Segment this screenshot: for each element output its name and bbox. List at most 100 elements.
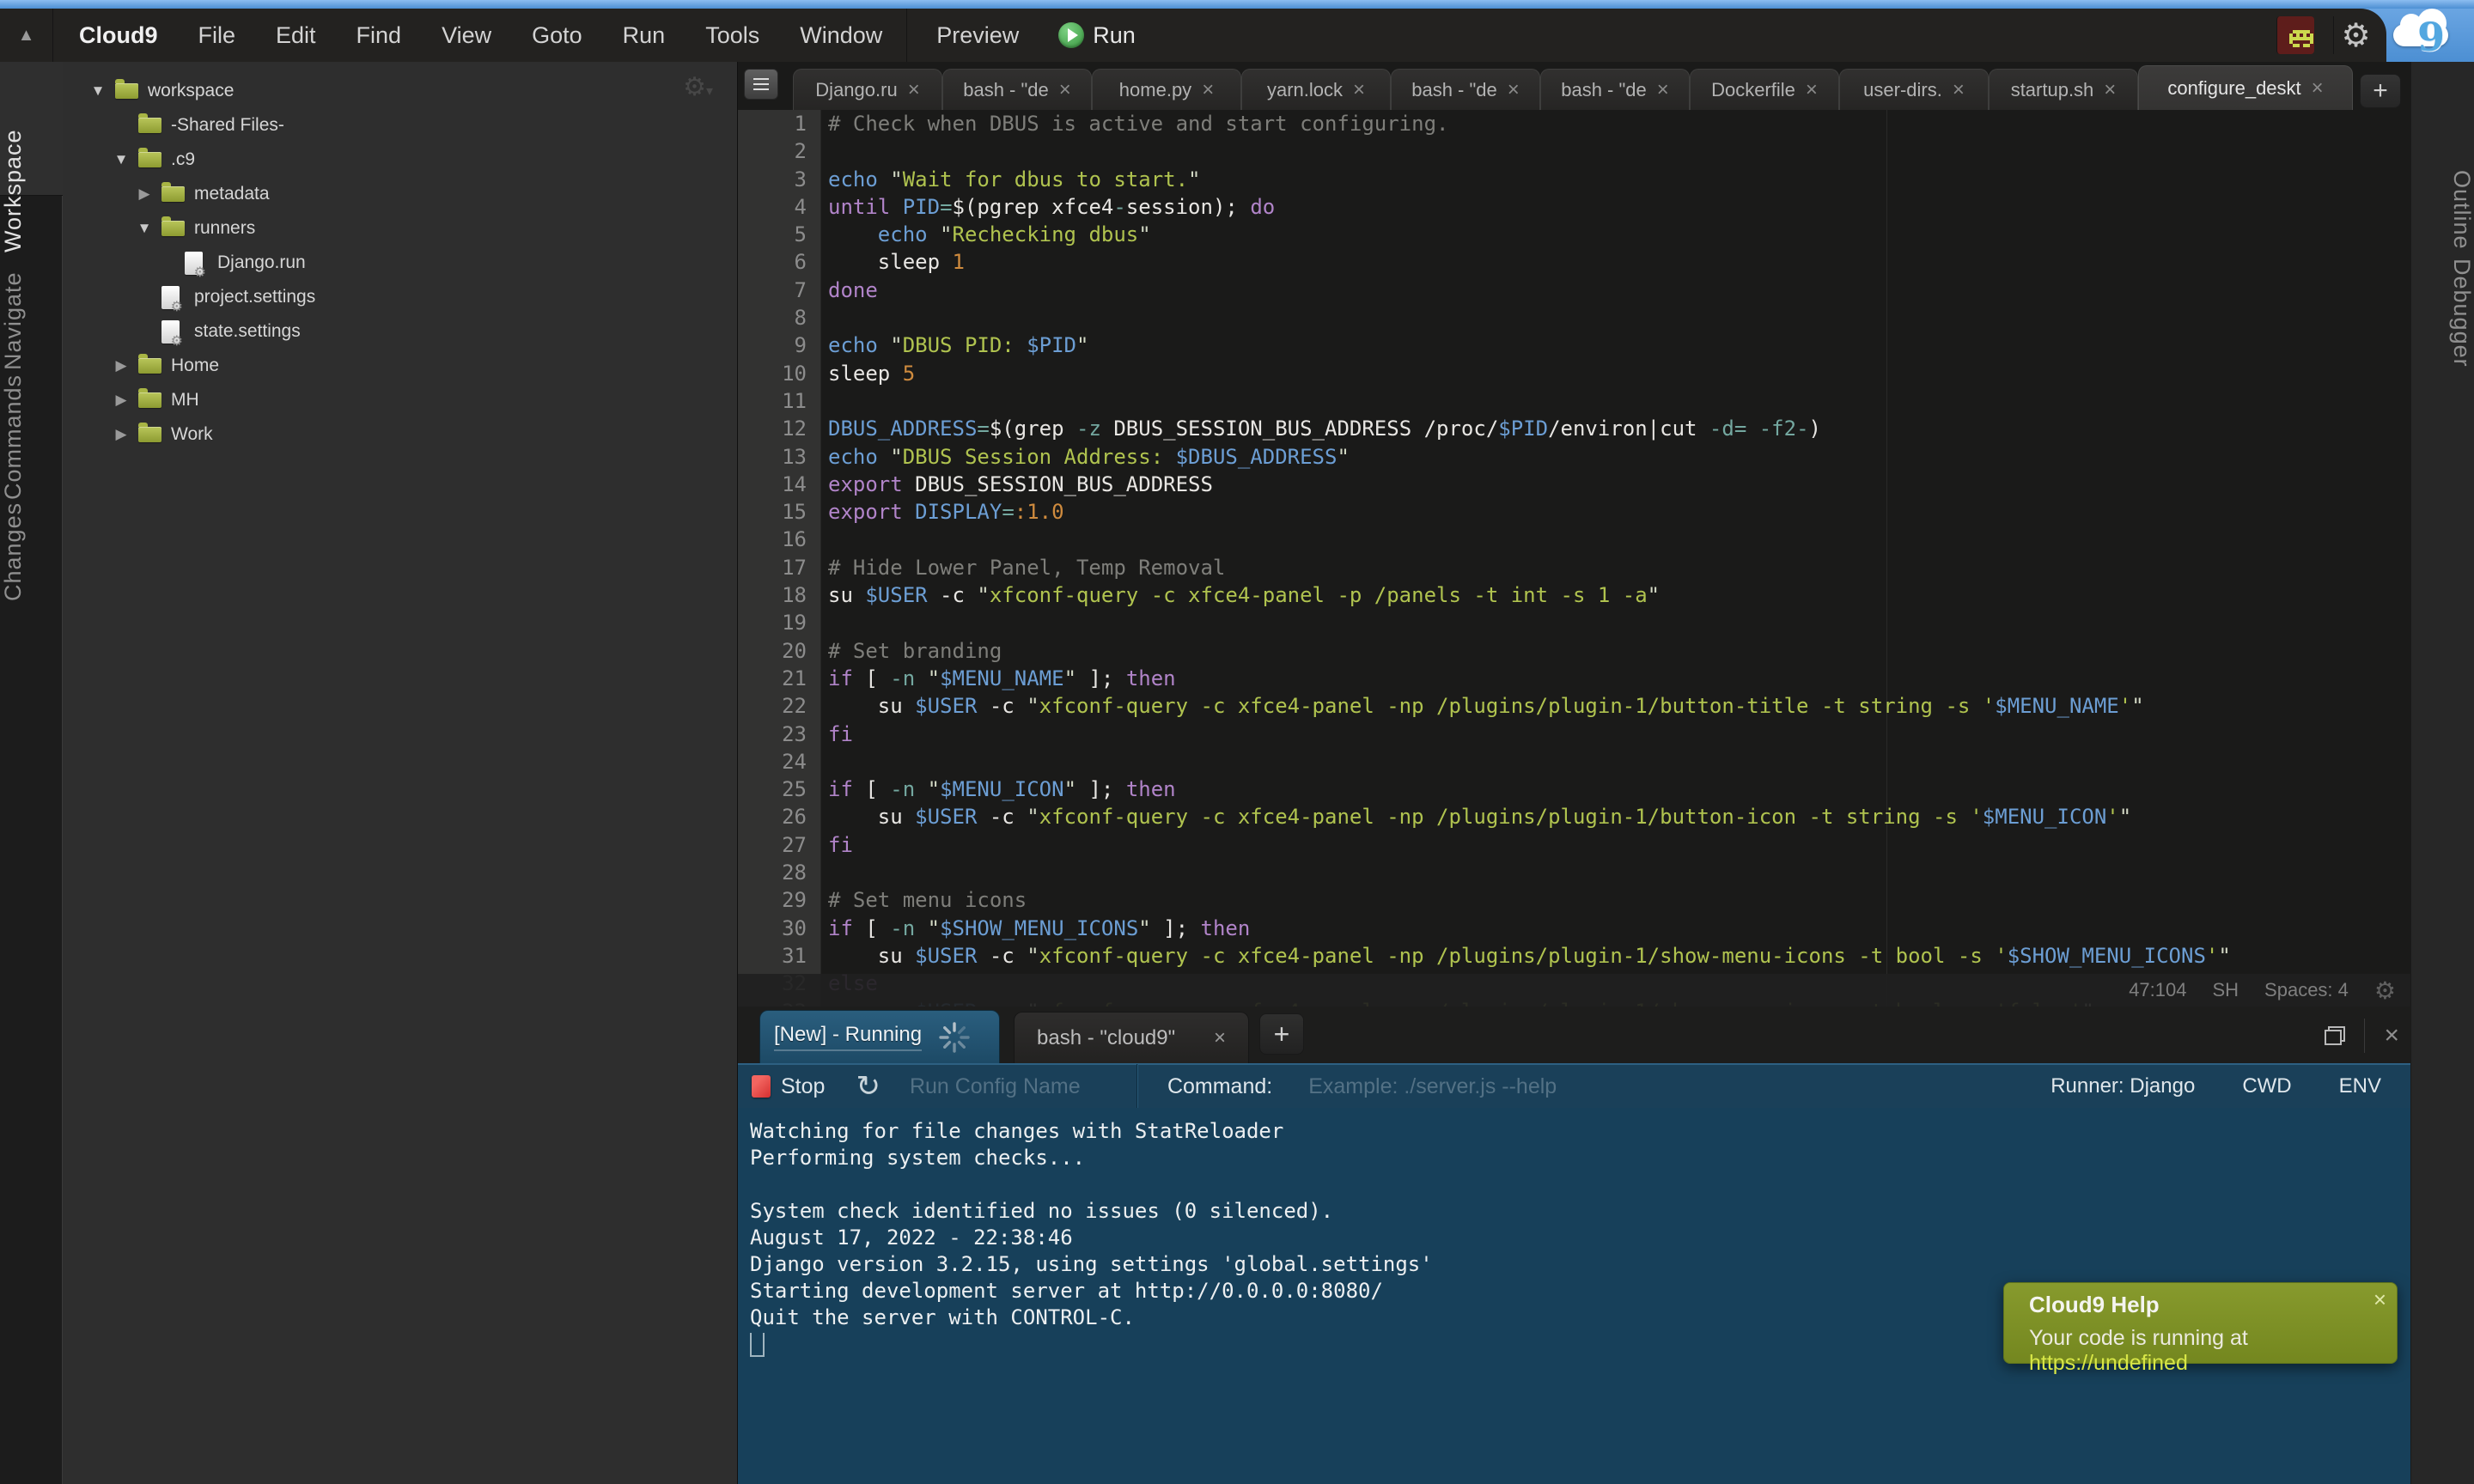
close-tab-icon[interactable]: × [1353, 78, 1365, 102]
preferences-button[interactable]: ⚙ [2333, 16, 2378, 54]
stop-button[interactable]: Stop [781, 1074, 825, 1099]
folder-icon [138, 427, 161, 442]
editor-tab-dockerfile[interactable]: Dockerfile× [1690, 69, 1839, 110]
tree-item-project-settings[interactable]: project.settings [64, 280, 737, 314]
menu-window[interactable]: Window [800, 22, 882, 49]
tree-item--c9[interactable]: ▼.c9 [64, 143, 737, 177]
restart-icon[interactable]: ↻ [856, 1069, 881, 1104]
tree-item-state-settings[interactable]: state.settings [64, 314, 737, 349]
menu-cloud9[interactable]: Cloud9 [79, 22, 158, 49]
close-tab-icon[interactable]: × [1953, 78, 1965, 102]
line-number: 18 [738, 581, 820, 609]
close-tab-icon[interactable]: × [2104, 78, 2116, 102]
editor-tab-startup-sh[interactable]: startup.sh× [1989, 69, 2138, 110]
console-tab-bash-cloud9[interactable]: bash - "cloud9" × [1014, 1012, 1249, 1063]
code-line [821, 859, 2411, 886]
collapse-menubar-button[interactable]: ▲ [0, 9, 53, 62]
editor-tab-user-dirs-[interactable]: user-dirs.× [1839, 69, 1989, 110]
menu-file[interactable]: File [198, 22, 236, 49]
line-number: 7 [738, 277, 820, 304]
editor-tab-bash-de[interactable]: bash - "de× [942, 69, 1092, 110]
code-editor[interactable]: 1234567891011121314151617181920212223242… [738, 110, 2411, 1007]
cwd-button[interactable]: CWD [2242, 1074, 2291, 1098]
tree-item-mh[interactable]: ▶MH [64, 383, 737, 417]
code-line: fi [821, 831, 2411, 859]
tree-item-django-run[interactable]: Django.run [64, 246, 737, 280]
chevron-closed-icon[interactable]: ▶ [111, 426, 131, 443]
file-icon [161, 320, 180, 344]
folder-icon [138, 358, 161, 374]
terminal-output[interactable]: Watching for file changes with StatReloa… [738, 1108, 2411, 1484]
tree-item-label: project.settings [194, 287, 315, 307]
tree-item-label: runners [194, 218, 255, 239]
chevron-closed-icon[interactable]: ▶ [111, 392, 131, 409]
line-number: 15 [738, 498, 820, 526]
run-button[interactable]: Run [1058, 22, 1136, 49]
add-tab-button[interactable]: + [2360, 74, 2401, 108]
command-input[interactable]: Example: ./server.js --help [1308, 1074, 2050, 1099]
console-panel: [New] - Running [738, 1007, 2411, 1484]
terminal-line: Django version 3.2.15, using settings 'g… [750, 1251, 2411, 1278]
close-tab-icon[interactable]: × [1657, 78, 1669, 102]
close-tab-icon[interactable]: × [1059, 78, 1071, 102]
syntax-mode[interactable]: SH [2212, 979, 2239, 1001]
env-button[interactable]: ENV [2339, 1074, 2381, 1098]
code-line: echo "DBUS PID: $PID" [821, 331, 2411, 359]
command-label: Command: [1167, 1074, 1272, 1099]
editor-tab-configure-deskt[interactable]: configure_deskt× [2138, 65, 2353, 110]
close-tab-icon[interactable]: × [2312, 76, 2324, 100]
menu-edit[interactable]: Edit [276, 22, 316, 49]
preview-menu[interactable]: Preview [936, 22, 1019, 49]
console-tab-running[interactable]: [New] - Running [759, 1010, 1000, 1063]
running-url-link[interactable]: https://undefined [2029, 1351, 2188, 1375]
run-config-name-input[interactable]: Run Config Name [910, 1074, 1116, 1099]
tree-item-work[interactable]: ▶Work [64, 417, 737, 452]
menu-run[interactable]: Run [623, 22, 666, 49]
line-number: 9 [738, 331, 820, 359]
editor-tab-home-py[interactable]: home.py× [1092, 69, 1241, 110]
chevron-open-icon[interactable]: ▼ [88, 82, 108, 100]
menu-find[interactable]: Find [356, 22, 402, 49]
line-number: 20 [738, 637, 820, 665]
add-console-tab-button[interactable]: + [1259, 1013, 1304, 1055]
close-tab-icon[interactable]: × [1202, 78, 1214, 102]
code-line: su $USER -c "xfconf-query -c xfce4-panel… [821, 581, 2411, 609]
popup-close-icon[interactable]: × [2373, 1286, 2386, 1313]
menu-tools[interactable]: Tools [705, 22, 759, 49]
tree-item-metadata[interactable]: ▶metadata [64, 177, 737, 211]
editor-tab-bash-de[interactable]: bash - "de× [1391, 69, 1540, 110]
sidebar-tab-debugger[interactable]: Debugger [2411, 227, 2474, 398]
line-number: 28 [738, 859, 820, 886]
line-number: 26 [738, 803, 820, 830]
sidebar-tab-changes[interactable]: Changes [0, 474, 63, 629]
close-tab-icon[interactable]: × [1508, 78, 1520, 102]
maximize-console-icon[interactable] [2325, 1026, 2345, 1045]
spaces-setting[interactable]: Spaces: 4 [2264, 979, 2349, 1001]
editor-tab-bash-de[interactable]: bash - "de × [1540, 69, 1690, 110]
chevron-closed-icon[interactable]: ▶ [134, 186, 155, 203]
tab-label: bash - "de [1561, 79, 1647, 101]
chevron-closed-icon[interactable]: ▶ [111, 357, 131, 374]
editor-tab-yarn-lock[interactable]: yarn.lock× [1241, 69, 1391, 110]
close-console-icon[interactable]: × [2384, 1021, 2399, 1050]
editor-tab-django-ru[interactable]: Django.ru× [793, 69, 942, 110]
report-bug-button[interactable] [2276, 16, 2314, 54]
tree-item-workspace[interactable]: ▼workspace [64, 74, 737, 108]
editor-settings-gear-icon[interactable]: ⚙ [2374, 976, 2396, 1005]
runner-selector[interactable]: Runner: Django [2050, 1074, 2195, 1098]
close-tab-icon[interactable]: × [908, 78, 920, 102]
tree-item-runners[interactable]: ▼ runners [64, 211, 737, 246]
menu-goto[interactable]: Goto [532, 22, 582, 49]
editor-column: Django.ru×bash - "de×home.py×yarn.lock×b… [737, 62, 2410, 1484]
menu-view[interactable]: View [442, 22, 491, 49]
editor-status-bar: 47:104 SH Spaces: 4 ⚙ [738, 974, 2411, 1007]
chevron-open-icon[interactable]: ▼ [111, 151, 131, 168]
stop-icon[interactable] [752, 1075, 771, 1098]
folder-icon [138, 392, 161, 408]
tab-list-button[interactable] [744, 69, 778, 100]
tree-item--shared-files-[interactable]: -Shared Files- [64, 108, 737, 143]
close-tab-icon[interactable]: × [1214, 1026, 1226, 1050]
tree-item-home[interactable]: ▶Home [64, 349, 737, 383]
close-tab-icon[interactable]: × [1806, 78, 1818, 102]
chevron-open-icon[interactable]: ▼ [134, 220, 155, 237]
